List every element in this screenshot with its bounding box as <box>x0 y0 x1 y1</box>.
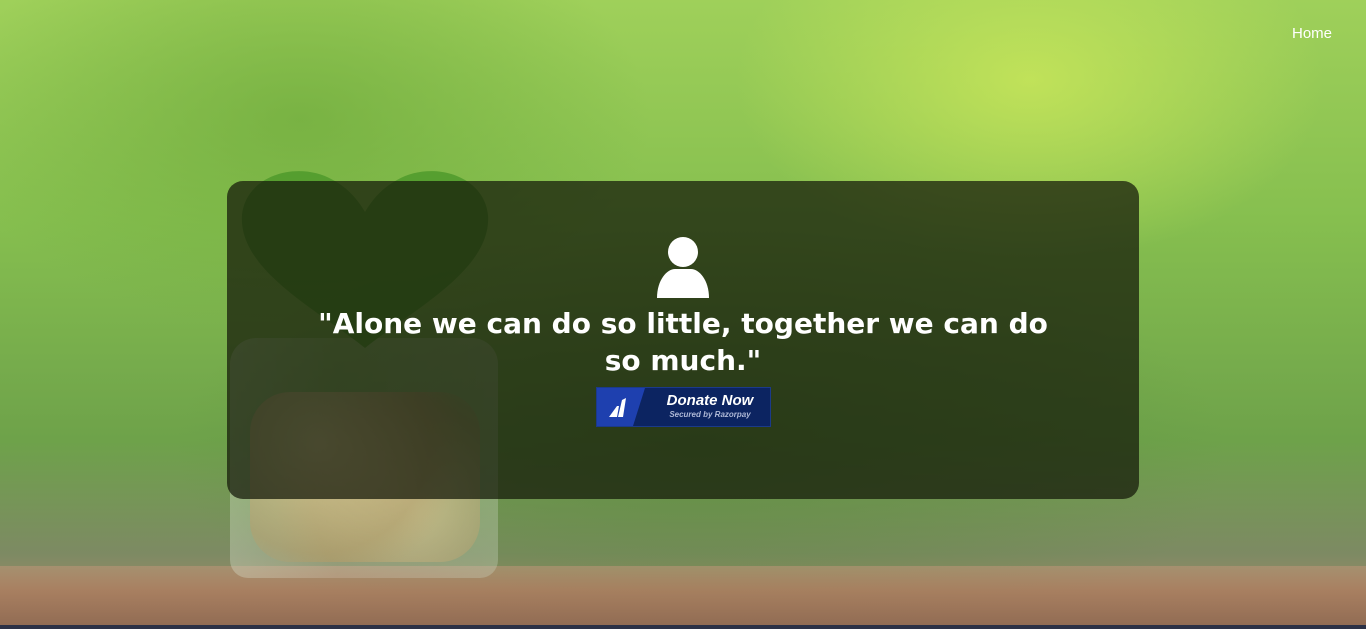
donate-text: Donate Now Secured by Razorpay <box>651 392 769 420</box>
bottom-strip <box>0 625 1366 629</box>
nav-home-link[interactable]: Home <box>1292 25 1332 42</box>
donate-sublabel: Secured by Razorpay <box>669 410 751 419</box>
wooden-table-background <box>0 566 1366 629</box>
user-icon <box>657 237 709 298</box>
donate-now-button[interactable]: Donate Now Secured by Razorpay <box>596 387 771 427</box>
razorpay-icon <box>597 388 645 426</box>
donate-label: Donate Now <box>666 392 754 409</box>
hero-quote: "Alone we can do so little, together we … <box>318 307 1048 377</box>
page: Home "Alone we can do so little, togethe… <box>0 0 1366 629</box>
hero-card: "Alone we can do so little, together we … <box>227 181 1139 499</box>
